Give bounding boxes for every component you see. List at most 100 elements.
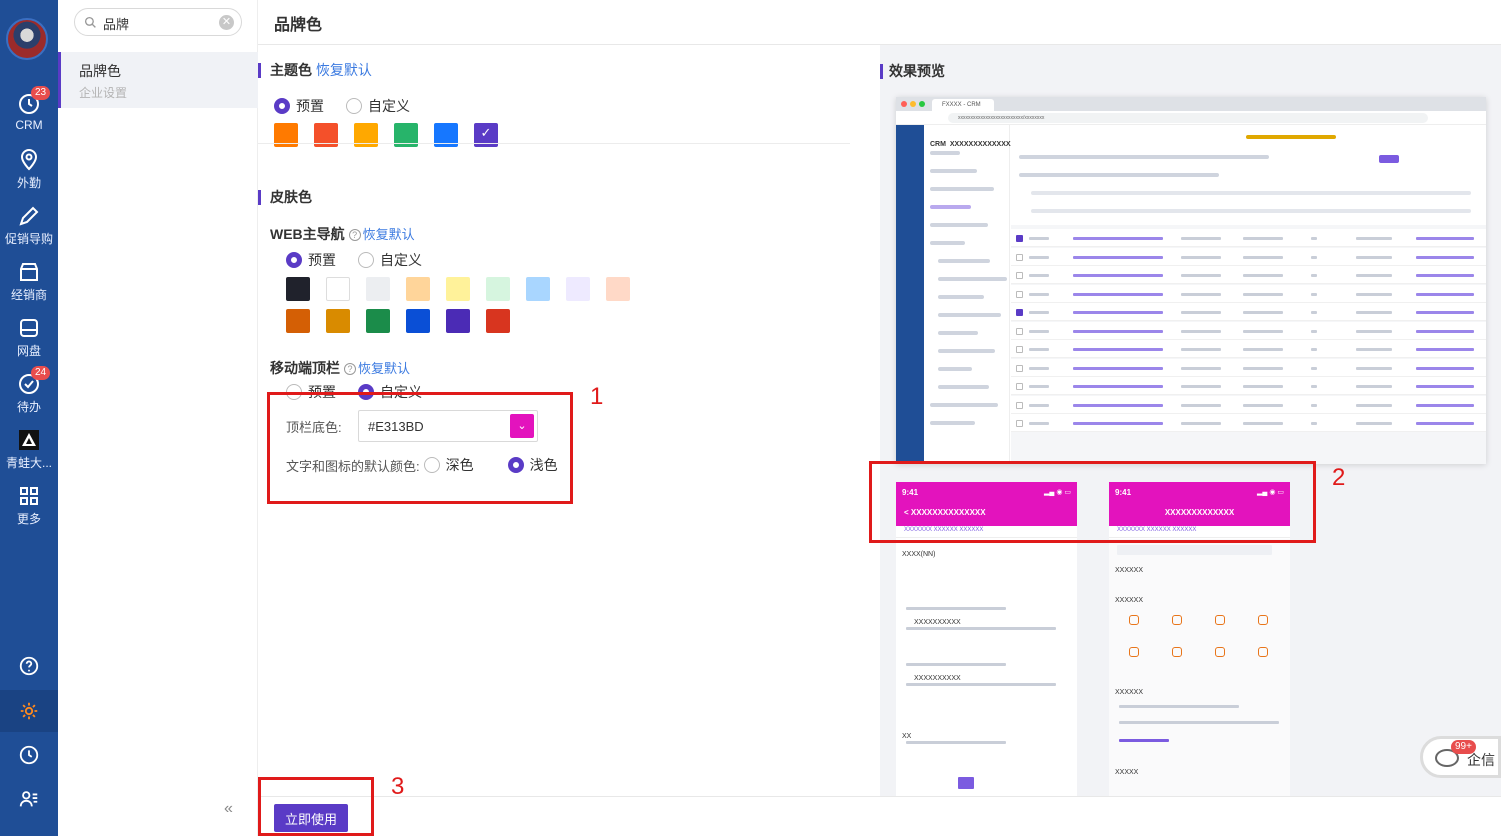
main-nav: 23 CRM 外勤 促销导购 经销商 网盘 24 待办 青蛙大... 更多 [0,0,58,836]
disk-icon [20,319,38,337]
preview-table-row [1011,414,1486,432]
search-box[interactable]: ✕ [74,8,242,36]
browser-url-row: xxxxxxxxxxxxxxxxxxxxxxxxxx/xxxxxxxx [896,111,1486,125]
settings-subpanel: ✕ 品牌色 企业设置 « [58,0,258,836]
nav-label-dealer: 经销商 [10,288,47,302]
preview-row-cell [1356,329,1392,333]
browser-tab: FXXXX - CRM [932,99,994,111]
theme-section-title: 主题色 恢复默认 [258,63,372,78]
radio-checked[interactable] [286,252,302,268]
web-nav-option-preset[interactable]: 预置 [286,250,336,270]
phone-app-icon [1215,647,1225,657]
web-nav-swatch[interactable] [406,277,430,301]
preview-title: 效果预览 [880,64,945,79]
web-nav-swatch[interactable] [526,277,550,301]
preview-row-cell [1311,366,1317,370]
preview-row-checkbox [1016,290,1023,298]
web-nav-swatch[interactable] [446,277,470,301]
preview-filter-line [1031,209,1471,213]
radio-unchecked[interactable] [346,98,362,114]
skin-section-title: 皮肤色 [258,190,312,205]
preview-row-cell [1243,292,1283,296]
nav-contacts[interactable] [0,788,58,812]
help-icon[interactable]: ? [348,229,361,241]
nav-item-disk[interactable]: 网盘 [0,316,58,359]
theme-reset-link[interactable]: 恢复默认 [316,62,372,78]
nav-label-todo: 待办 [16,400,41,414]
nav-item-promo[interactable]: 促销导购 [0,204,58,247]
web-nav-reset-link[interactable]: 恢复默认 [363,227,415,242]
preview-table-row [1011,303,1486,321]
phone-detail-body: XXXX(NN)XXXXXXXXXXXXXXXXXXXXXXXXXX [896,539,1077,796]
preview-row-cell [1416,348,1474,351]
store-icon [20,263,38,281]
preview-row-checkbox [1016,346,1023,353]
frog-logo-icon [19,430,39,450]
preview-row-checkbox [1016,235,1023,242]
radio-checked[interactable] [274,98,290,114]
phone-home-body: XXXXXX XXXXXX XXXXXX XXXXX [1109,539,1290,796]
preview-row-cell [1029,329,1049,333]
preview-row-cell [1073,366,1163,370]
nav-item-dealer[interactable]: 经销商 [0,260,58,303]
radio-unchecked[interactable] [358,252,374,268]
menu-item-brand-color[interactable]: 品牌色 企业设置 [58,52,258,108]
web-nav-swatch[interactable] [566,277,590,301]
preview-table-row [1011,284,1486,303]
nav-history[interactable] [0,744,58,768]
theme-title: 主题色 [270,62,312,78]
web-nav-swatch[interactable] [486,277,510,301]
web-nav-swatch[interactable] [406,309,430,333]
web-nav-swatch[interactable] [326,309,350,333]
preview-filter-line [1019,173,1219,177]
web-nav-swatch[interactable] [446,309,470,333]
web-nav-swatch[interactable] [286,277,310,301]
nav-item-more[interactable]: 更多 [0,484,58,527]
preview-row-cell [1356,403,1392,407]
web-nav-swatch[interactable] [486,309,510,333]
nav-settings[interactable] [0,700,58,724]
web-nav-swatch[interactable] [286,309,310,333]
preview-row-cell [1029,385,1049,388]
theme-option-preset-label: 预置 [296,98,324,114]
web-nav-option-custom[interactable]: 自定义 [358,250,422,270]
mobile-bar-title: 移动端顶栏 [270,360,340,376]
preview-row-cell [1181,348,1221,351]
preview-filter-line [1031,191,1471,195]
nav-item-todo[interactable]: 24 待办 [0,366,58,415]
preview-sidebar-line [938,349,995,353]
preview-row-cell [1181,311,1221,314]
preview-row-cell [1311,329,1317,333]
nav-item-frog[interactable]: 青蛙大... [0,428,58,471]
web-nav-swatch[interactable] [606,277,630,301]
gear-icon [20,702,38,720]
preview-tabs-line [1019,155,1269,159]
preview-sidebar-line [938,295,984,299]
web-nav-swatch[interactable] [326,277,350,301]
grid-icon [20,487,38,505]
preview-sidebar-line [930,421,975,425]
nav-item-field[interactable]: 外勤 [0,148,58,191]
search-input[interactable] [103,13,213,33]
preview-row-cell [1416,237,1474,240]
web-nav-swatch[interactable] [366,277,390,301]
enterprise-chat-button[interactable]: 99+ 企信 [1420,736,1501,778]
nav-item-crm[interactable]: 23 CRM [0,86,58,132]
nav-help[interactable] [0,655,58,679]
theme-option-custom[interactable]: 自定义 [346,96,410,116]
collapse-panel-icon[interactable]: « [224,800,233,818]
preview-row-cell [1029,366,1049,370]
preview-row-cell [1181,274,1221,277]
user-avatar[interactable] [6,18,48,60]
preview-row-cell [1311,255,1317,259]
mobile-bar-reset-link[interactable]: 恢复默认 [358,361,410,376]
help-icon[interactable]: ? [344,363,356,375]
web-nav-swatch[interactable] [366,309,390,333]
preview-sidebar-line [930,223,988,227]
theme-option-preset[interactable]: 预置 [274,96,324,116]
browser-tab-strip: FXXXX - CRM [896,97,1486,111]
clear-search-icon[interactable]: ✕ [219,15,234,30]
preview-company-line [1246,135,1336,139]
preview-row-cell [1243,385,1283,388]
annotation-number-2: 2 [1332,464,1346,491]
